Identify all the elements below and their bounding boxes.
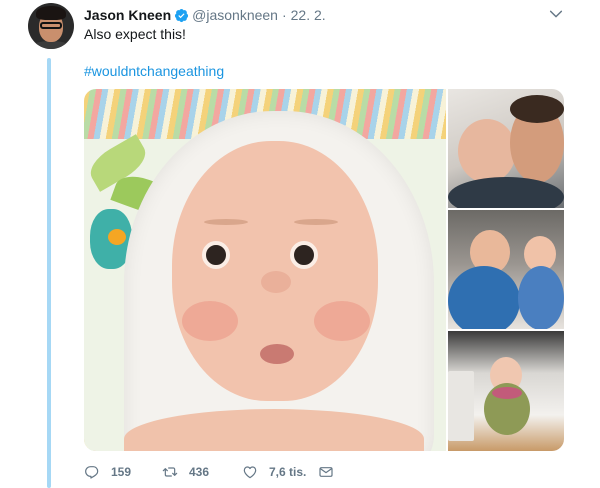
chevron-down-icon[interactable] [548, 6, 564, 22]
separator-dot: · [281, 7, 287, 23]
hashtag-link[interactable]: #wouldntchangeathing [84, 62, 224, 80]
reply-icon [85, 466, 99, 479]
photo-main[interactable] [84, 89, 446, 451]
retweet-icon [162, 467, 178, 477]
avatar[interactable] [28, 3, 74, 49]
media-grid [84, 89, 564, 451]
photo-siblings[interactable] [448, 210, 564, 329]
verified-badge-icon [175, 8, 189, 22]
heart-icon [243, 466, 257, 479]
photo-child-in-kitchen[interactable] [448, 331, 564, 451]
tweet-text: Also expect this! [84, 26, 186, 42]
retweet-count: 436 [189, 465, 210, 479]
like-button[interactable]: 7,6 tis. [242, 464, 318, 480]
direct-message-button[interactable] [318, 464, 334, 480]
envelope-icon [319, 467, 333, 477]
tweet-actions: 159 436 7,6 tis. [84, 462, 334, 482]
like-count: 7,6 tis. [269, 465, 307, 479]
retweet-button[interactable]: 436 [162, 464, 242, 480]
photo-father-and-child[interactable] [448, 89, 564, 208]
thread-connector-line [47, 58, 51, 488]
tweet-header: Jason Kneen @jasonkneen · 22. 2. [84, 6, 326, 24]
author-name[interactable]: Jason Kneen [84, 6, 171, 24]
reply-button[interactable]: 159 [84, 464, 162, 480]
tweet-date[interactable]: 22. 2. [291, 6, 326, 24]
author-handle[interactable]: @jasonkneen [192, 6, 278, 24]
reply-count: 159 [111, 465, 132, 479]
